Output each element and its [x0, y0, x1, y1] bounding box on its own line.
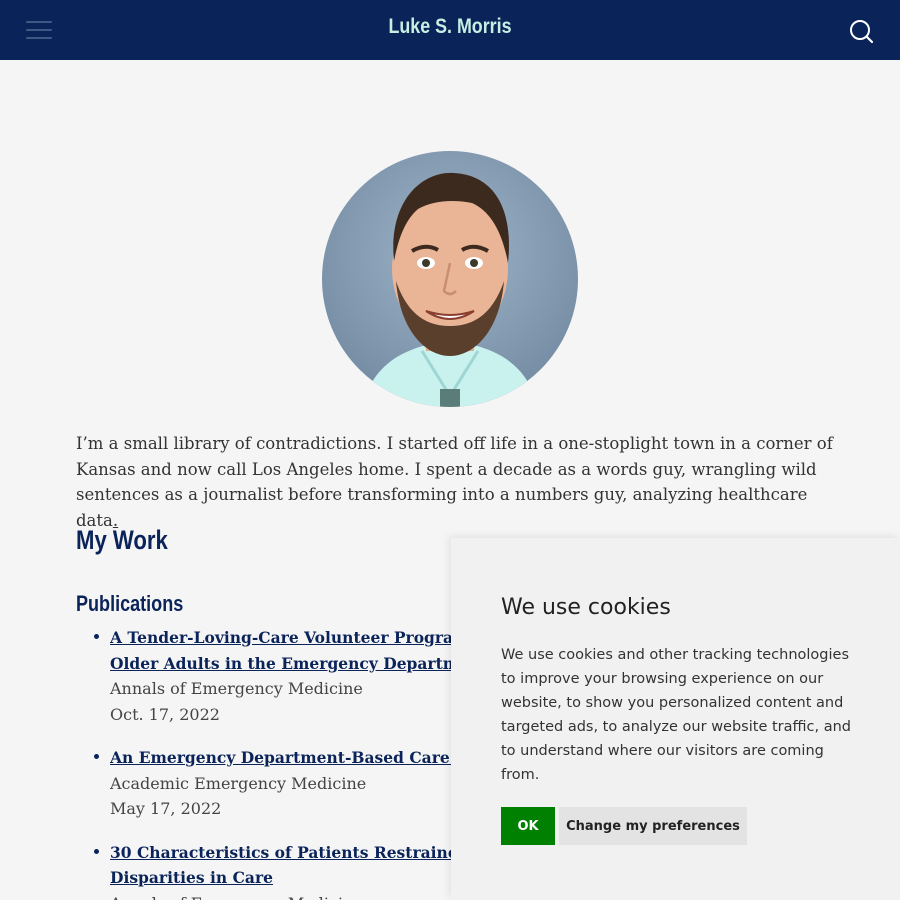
- site-title[interactable]: Luke S. Morris: [68, 15, 833, 39]
- publication-link[interactable]: An Emergency Department-Based Care Coorc: [110, 745, 510, 771]
- profile-photo: [322, 151, 578, 407]
- publication-item: 30 Characteristics of Patients Restraine…: [94, 840, 510, 900]
- bio-text: I’m a small library of contradictions. I…: [76, 434, 833, 530]
- publications-list: A Tender-Loving-Care Volunteer Program t…: [94, 625, 510, 900]
- hamburger-menu-icon[interactable]: [22, 17, 54, 43]
- bio-paragraph: I’m a small library of contradictions. I…: [76, 431, 836, 533]
- publications-heading: Publications: [76, 591, 184, 616]
- cookie-preferences-button[interactable]: Change my preferences: [559, 807, 747, 845]
- cookie-banner-body: We use cookies and other tracking techno…: [501, 647, 851, 783]
- publication-journal: Annals of Emergency Medicine: [110, 891, 510, 900]
- publication-link[interactable]: 30 Characteristics of Patients Restraine…: [110, 840, 510, 891]
- publication-journal: Academic Emergency Medicine: [110, 773, 367, 793]
- publication-link[interactable]: A Tender-Loving-Care Volunteer Program t…: [110, 625, 510, 676]
- cookie-banner-title: We use cookies: [501, 595, 671, 620]
- publication-item: A Tender-Loving-Care Volunteer Program t…: [94, 625, 510, 727]
- publication-item: An Emergency Department-Based Care Coorc…: [94, 745, 510, 822]
- site-header: Luke S. Morris: [0, 0, 900, 60]
- publication-journal: Annals of Emergency Medicine: [110, 679, 363, 698]
- search-icon[interactable]: [846, 16, 876, 46]
- publication-date: May 17, 2022: [110, 799, 222, 818]
- publication-date: Oct. 17, 2022: [110, 704, 220, 724]
- cookie-ok-button[interactable]: OK: [501, 807, 555, 845]
- cookie-banner: We use cookies We use cookies and other …: [451, 538, 900, 900]
- my-work-heading: My Work: [76, 525, 168, 555]
